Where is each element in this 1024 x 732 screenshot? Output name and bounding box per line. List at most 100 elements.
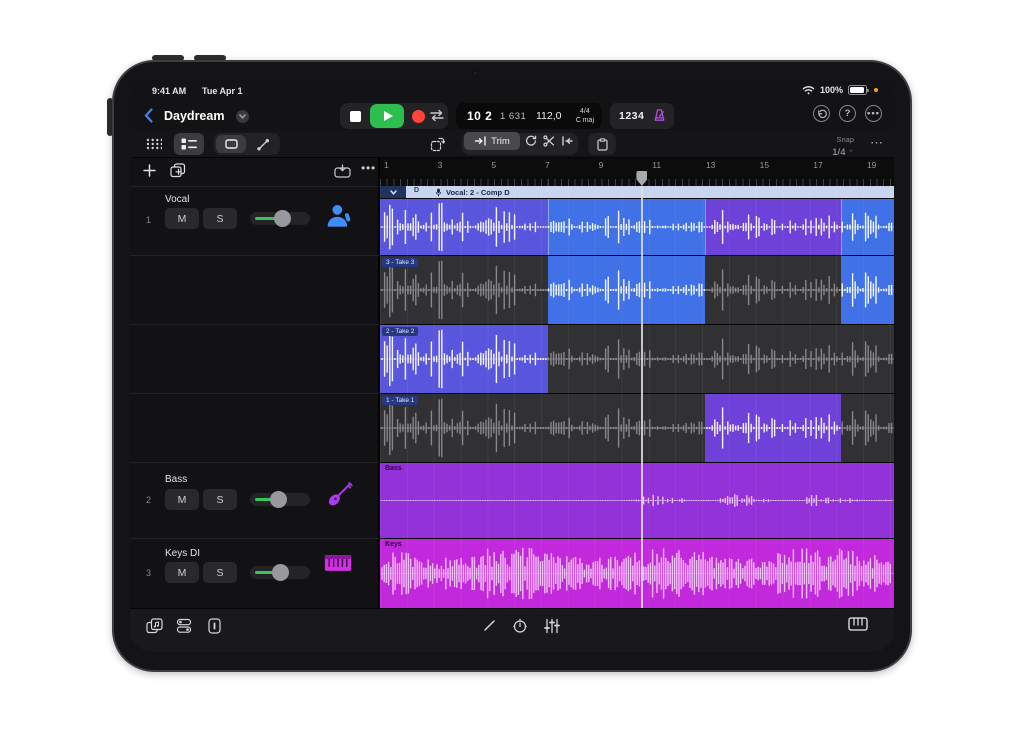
split-tool-button[interactable] — [540, 132, 558, 150]
ruler-label: 3 — [438, 160, 443, 170]
take-label: 1 - Take 1 — [382, 396, 418, 405]
volume-knob[interactable] — [274, 210, 291, 227]
project-title[interactable]: Daydream — [164, 109, 224, 123]
count-in-control[interactable]: 1234 — [610, 103, 674, 129]
volume-knob[interactable] — [272, 564, 289, 581]
mute-button[interactable]: M — [165, 489, 199, 510]
track-name[interactable]: Keys DI — [165, 548, 200, 559]
status-bar: 9:41 AM Tue Apr 1 100% — [130, 80, 894, 102]
take-folder-title: Vocal: 2 - Comp D — [446, 188, 510, 197]
lane-take1[interactable]: 1 - Take 1 — [380, 393, 894, 462]
track-header-vocal[interactable]: 1 Vocal M S — [130, 186, 380, 255]
key-signature: C maj — [576, 117, 594, 124]
paste-tool-button[interactable] — [588, 133, 616, 155]
comp-badge: D — [414, 187, 419, 194]
solo-button[interactable]: S — [203, 489, 237, 510]
copy-tool-button[interactable] — [422, 133, 452, 155]
marquee-tool-button[interactable] — [216, 135, 246, 153]
add-track-button[interactable] — [143, 164, 156, 177]
track-header-bass[interactable]: 2 Bass M S — [130, 462, 380, 538]
loop-tool-button[interactable] — [522, 132, 540, 150]
stop-button[interactable] — [350, 111, 361, 122]
help-button[interactable]: ? — [839, 105, 856, 122]
io-monitor-button[interactable] — [208, 618, 221, 634]
track-import-button[interactable] — [334, 164, 351, 178]
track-name[interactable]: Vocal — [165, 194, 189, 205]
lcd-display[interactable]: 10 2 1 631 112,0 4/4 C maj — [456, 103, 602, 129]
date: Tue Apr 1 — [202, 86, 243, 96]
track-number: 3 — [146, 568, 151, 578]
play-button[interactable] — [370, 104, 404, 128]
battery-percent: 100% — [820, 85, 843, 95]
track-header-toolbar: ••• — [130, 158, 380, 186]
project-menu-chevron-icon[interactable] — [236, 110, 249, 123]
tracks-view-button[interactable] — [174, 133, 204, 155]
count-in-label: 1234 — [619, 110, 644, 122]
tracks-area: ••• 1 Vocal M S — [130, 158, 894, 608]
lane-bass[interactable]: Bass — [380, 462, 894, 538]
metronome-icon[interactable] — [652, 108, 667, 123]
mute-button[interactable]: M — [165, 562, 199, 583]
undo-button[interactable] — [813, 105, 830, 122]
solo-button[interactable]: S — [203, 562, 237, 583]
view-toolbar: Trim — [130, 130, 894, 158]
loop-browser-button[interactable] — [146, 618, 163, 634]
help-glyph: ? — [845, 108, 851, 119]
back-button[interactable] — [144, 108, 153, 123]
keyboard-icon — [324, 553, 352, 573]
time-signature: 4/4 — [580, 108, 590, 115]
trim-tool-label: Trim — [491, 136, 510, 147]
take-folder-header[interactable]: D Vocal: 2 - Comp D — [380, 186, 894, 198]
bottom-bar — [130, 608, 894, 652]
mic-icon — [435, 188, 442, 197]
viewbar-more-button[interactable]: ⋯ — [870, 135, 884, 151]
more-menu-button[interactable]: ••• — [865, 105, 882, 122]
ruler-label: 15 — [760, 160, 769, 170]
automation-tool-button[interactable] — [248, 135, 278, 153]
ellipsis-icon: ••• — [867, 108, 880, 119]
snap-control[interactable]: Snap 1/4 ⌃ — [832, 132, 854, 159]
fade-tool-button[interactable] — [558, 132, 576, 150]
tuner-button[interactable] — [512, 618, 528, 634]
ruler-label: 1 — [384, 160, 389, 170]
region-label: Keys — [385, 541, 402, 548]
trim-tool-button[interactable]: Trim — [464, 132, 520, 150]
clock: 9:41 AM — [152, 86, 186, 96]
ruler-label: 9 — [599, 160, 604, 170]
track-header-more-button[interactable]: ••• — [361, 161, 376, 175]
mute-button[interactable]: M — [165, 208, 199, 229]
keyboard-view-button[interactable] — [848, 617, 868, 631]
mixer-button[interactable] — [544, 618, 560, 634]
volume-slider[interactable] — [250, 566, 310, 579]
volume-slider[interactable] — [250, 212, 310, 225]
track-name[interactable]: Bass — [165, 474, 187, 485]
volume-knob[interactable] — [270, 491, 287, 508]
track-header-keys[interactable]: 3 Keys DI M S — [130, 538, 380, 608]
take-folder-collapse-button[interactable] — [380, 186, 406, 198]
cycle-button[interactable] — [429, 109, 445, 122]
app-screen: 9:41 AM Tue Apr 1 100% Daydream — [130, 80, 894, 652]
automation-edit-button[interactable] — [482, 618, 497, 633]
ruler-label: 7 — [545, 160, 550, 170]
record-button[interactable] — [412, 110, 425, 123]
timeline[interactable]: 135791113151719 D Vocal: 2 - Comp D — [380, 158, 894, 608]
lane-comp[interactable] — [380, 198, 894, 255]
lane-keys[interactable]: Keys — [380, 538, 894, 608]
transport-controls — [340, 103, 448, 129]
vocalist-icon — [326, 203, 352, 229]
main-toolbar: Daydream 10 2 1 631 112,0 4/4 — [130, 102, 894, 130]
region-label: Bass — [385, 465, 402, 472]
tempo-value: 112,0 — [536, 110, 562, 122]
duplicate-track-button[interactable] — [170, 163, 186, 178]
take-label: 2 - Take 2 — [382, 327, 418, 336]
ruler-label: 17 — [813, 160, 822, 170]
plugins-button[interactable] — [176, 618, 192, 634]
lane-take3[interactable]: 3 - Take 3 — [380, 255, 894, 324]
ruler-label: 13 — [706, 160, 715, 170]
track-number: 1 — [146, 215, 151, 225]
solo-button[interactable]: S — [203, 208, 237, 229]
lane-take2[interactable]: 2 - Take 2 — [380, 324, 894, 393]
browser-grid-button[interactable] — [140, 133, 168, 155]
volume-slider[interactable] — [250, 493, 310, 506]
take-lane-header-3 — [130, 255, 380, 324]
